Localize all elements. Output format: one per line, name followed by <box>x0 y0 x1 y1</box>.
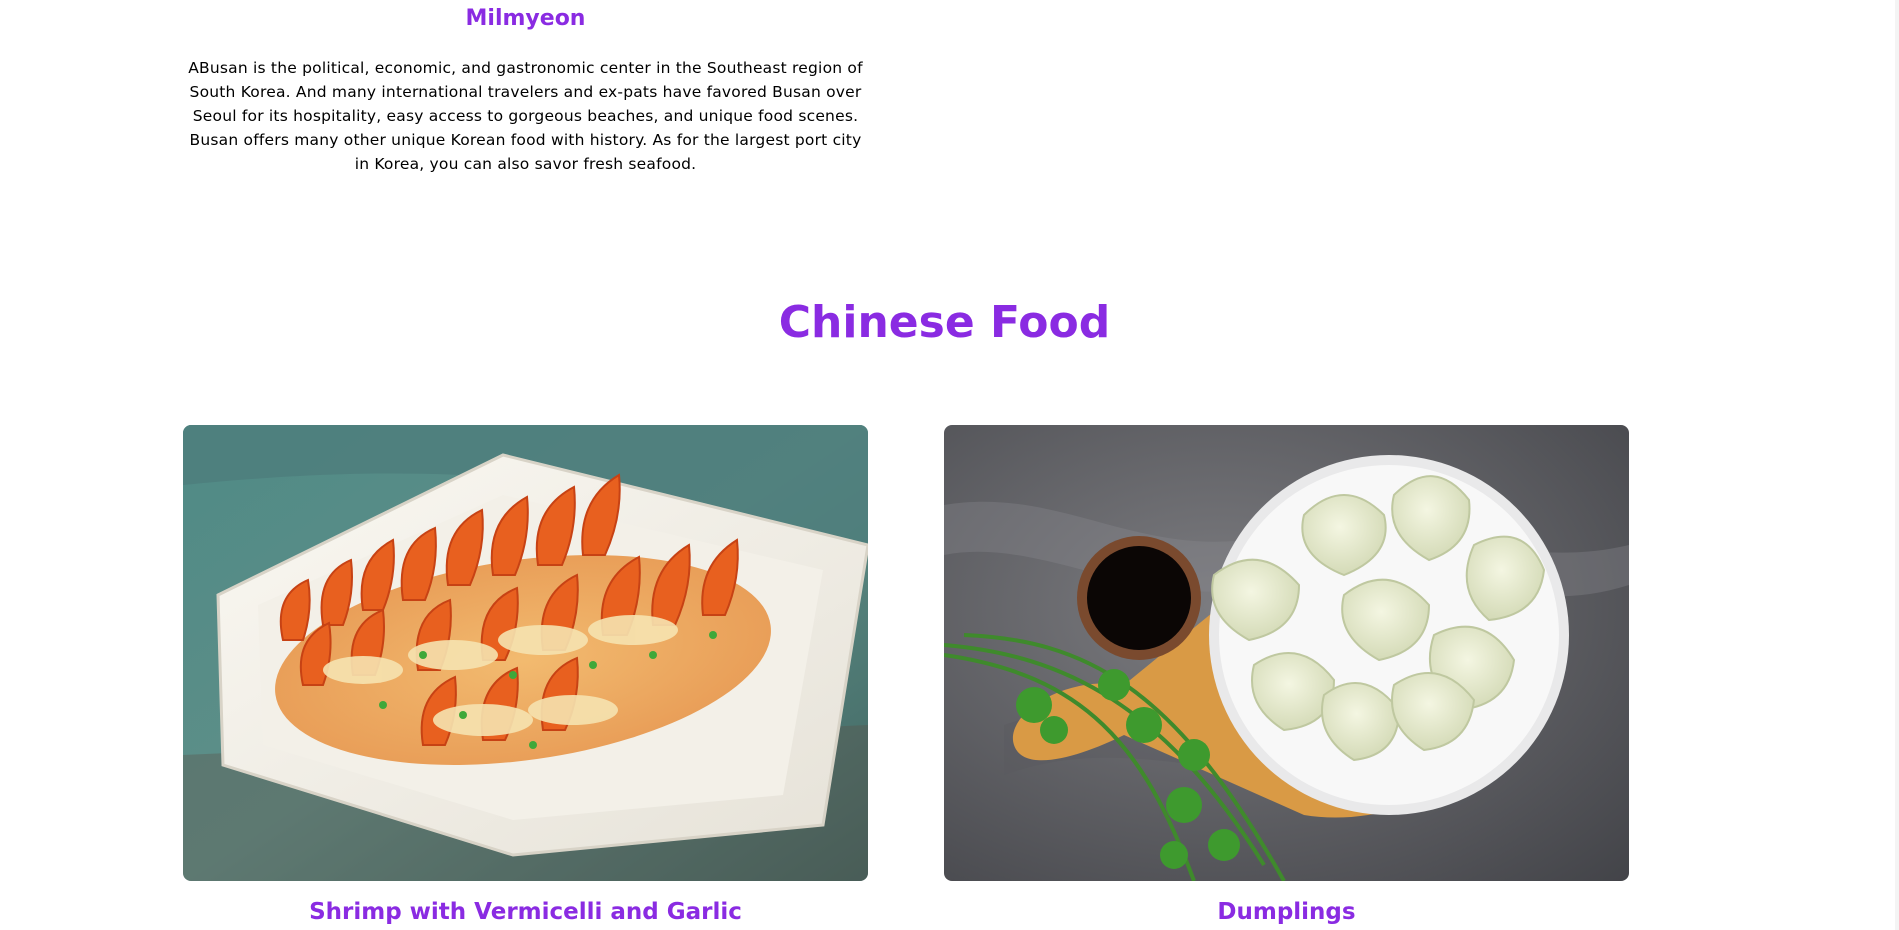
page: Milmyeon ABusan is the political, econom… <box>0 0 1899 930</box>
section-title: Chinese Food <box>778 297 1111 348</box>
shrimp-dish-photo <box>183 425 868 881</box>
dumplings-photo <box>944 425 1629 881</box>
scrollbar-track[interactable] <box>1895 0 1899 930</box>
korean-food-card: Milmyeon ABusan is the political, econom… <box>183 0 868 176</box>
food-card-shrimp: Shrimp with Vermicelli and Garlic <box>183 425 868 927</box>
dish-title: Milmyeon <box>465 6 586 31</box>
dish-description: ABusan is the political, economic, and g… <box>188 59 863 173</box>
food-card-dumplings: Dumplings <box>944 425 1629 927</box>
dish-title: Shrimp with Vermicelli and Garlic <box>309 899 742 925</box>
dish-title: Dumplings <box>1217 899 1356 925</box>
